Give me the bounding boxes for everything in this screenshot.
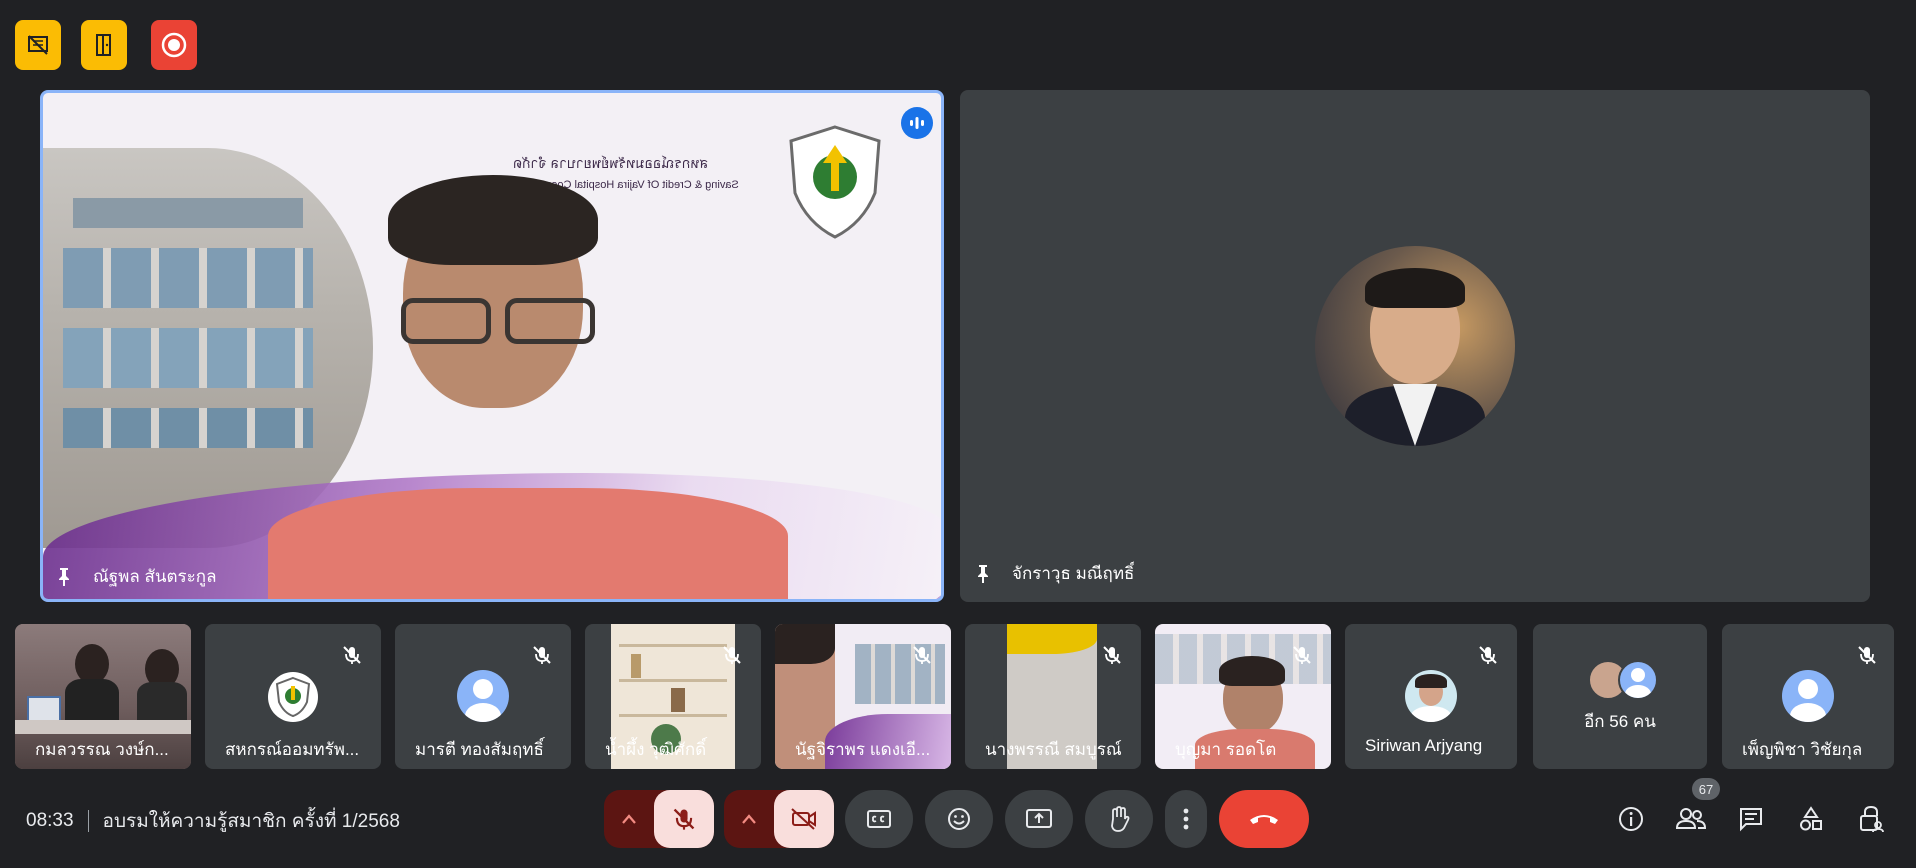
hand-icon (1111, 806, 1130, 832)
strip-tile-1[interactable]: กมลวรรณ วงษ์ก... (15, 624, 191, 769)
tile-label: ณัฐพล สันตระกูล (53, 563, 217, 590)
glasses-left (401, 298, 491, 344)
participant-name: บุญมา รอดโต (1175, 740, 1277, 759)
person-shirt (268, 488, 788, 599)
chevron-up-icon (742, 814, 756, 824)
meeting-title: อบรมให้ความรู้สมาชิก ครั้งที่ 1/2568 (102, 811, 400, 832)
divider (87, 810, 89, 832)
main-video-tile-2[interactable]: จักราวุธ มณีฤทธิ์ (960, 90, 1870, 602)
mic-off-icon (913, 646, 931, 664)
present-screen-button[interactable] (1005, 790, 1073, 848)
camera-toggle-button[interactable] (774, 790, 834, 848)
hang-up-icon (1250, 815, 1278, 824)
mic-off-icon (673, 808, 695, 830)
present-icon (1026, 809, 1052, 828)
mic-off-icon (723, 646, 741, 664)
no-presenting-button[interactable] (15, 20, 61, 70)
captions-button[interactable] (845, 790, 913, 848)
mic-off-icon (1293, 646, 1311, 664)
main-video-tile-1[interactable]: สหกรณ์ออมทรัพย์พยาบาล จำกัด Saving & Cre… (40, 90, 944, 602)
strip-tile-6[interactable]: นางพรรณี สมบูรณ์ (965, 624, 1141, 769)
participant-name: นัฐจิราพร แดงเอี... (795, 740, 931, 759)
logo-text-thai: สหกรณ์ออมทรัพย์พยาบาล จำกัด (513, 155, 709, 171)
participant-name: มารตี ทองสัมฤทธิ์ (415, 740, 544, 759)
record-button[interactable] (151, 20, 197, 70)
strip-tile-2[interactable]: สหกรณ์ออมทรัพ... (205, 624, 381, 769)
participant-count-badge: 67 (1692, 778, 1720, 800)
coop-emblem (783, 123, 887, 241)
participant-name: เพ็ญพิชา วิชัยกุล (1742, 740, 1863, 759)
avatar (1315, 246, 1515, 446)
emoji-reaction-button[interactable] (925, 790, 993, 848)
strip-tile-7[interactable]: บุญมา รอดโต (1155, 624, 1331, 769)
default-avatar (457, 670, 509, 722)
mic-toggle-button[interactable] (654, 790, 714, 848)
clock-time: 08:33 (26, 810, 74, 831)
pin-icon[interactable] (53, 566, 75, 588)
camera-control-group (724, 790, 834, 848)
more-vert-icon (1183, 808, 1189, 830)
door-icon (96, 34, 111, 56)
default-avatar (1782, 670, 1834, 722)
activities-button[interactable] (1788, 796, 1834, 842)
meeting-details-button[interactable] (1608, 796, 1654, 842)
people-button[interactable] (1668, 796, 1714, 842)
raise-hand-button[interactable] (1085, 790, 1153, 848)
participant-name: Siriwan Arjyang (1365, 736, 1483, 755)
lock-person-icon (1860, 805, 1884, 833)
strip-tile-5[interactable]: นัฐจิราพร แดงเอี... (775, 624, 951, 769)
participant-name: น้ำผึ้ง วุฒิศักดิ์ (605, 740, 707, 759)
glasses-right (505, 298, 595, 344)
door-button[interactable] (81, 20, 127, 70)
tile-label: จักราวุธ มณีฤทธิ์ (972, 560, 1134, 587)
mic-off-icon (1858, 646, 1876, 664)
people-icon (1675, 808, 1707, 829)
coop-logo-avatar (268, 672, 318, 722)
default-avatar (1618, 660, 1658, 700)
mic-off-icon (343, 646, 361, 664)
chevron-up-icon (622, 814, 636, 824)
more-participants-label: อีก 56 คน (1584, 712, 1656, 731)
audio-wave-icon (910, 117, 924, 129)
info-icon (1619, 807, 1643, 831)
mic-options-button[interactable] (604, 790, 654, 848)
participant-name: สหกรณ์ออมทรัพ... (225, 740, 360, 759)
camera-off-icon (791, 808, 816, 830)
person-hair (388, 175, 598, 265)
smiley-icon (948, 808, 970, 830)
avatar (1405, 670, 1457, 722)
participant-name: นางพรรณี สมบูรณ์ (985, 740, 1122, 759)
host-controls-button[interactable] (1848, 796, 1894, 842)
speaking-indicator (901, 107, 933, 139)
participant-name: ณัฐพล สันตระกูล (93, 567, 217, 586)
mic-off-icon (1479, 646, 1497, 664)
chat-icon (1740, 808, 1762, 832)
camera-options-button[interactable] (724, 790, 774, 848)
strip-tile-more[interactable]: อีก 56 คน (1533, 624, 1707, 769)
no-presenting-icon (28, 35, 48, 55)
shapes-icon (1800, 806, 1822, 831)
leave-call-button[interactable] (1219, 790, 1309, 848)
pin-icon[interactable] (972, 563, 994, 585)
mic-off-icon (1103, 646, 1121, 664)
chat-button[interactable] (1728, 796, 1774, 842)
strip-tile-10[interactable]: เพ็ญพิชา วิชัยกุล (1722, 624, 1894, 769)
strip-tile-4[interactable]: น้ำผึ้ง วุฒิศักดิ์ (585, 624, 761, 769)
more-options-button[interactable] (1165, 790, 1207, 848)
meeting-info: 08:33 อบรมให้ความรู้สมาชิก ครั้งที่ 1/25… (26, 806, 400, 836)
mic-off-icon (533, 646, 551, 664)
participant-name: จักราวุธ มณีฤทธิ์ (1012, 564, 1135, 583)
participant-name: กมลวรรณ วงษ์ก... (35, 740, 169, 759)
mic-control-group (604, 790, 714, 848)
record-icon (161, 32, 187, 58)
captions-icon (867, 810, 891, 828)
strip-tile-3[interactable]: มารตี ทองสัมฤทธิ์ (395, 624, 571, 769)
strip-tile-8[interactable]: Siriwan Arjyang (1345, 624, 1517, 769)
